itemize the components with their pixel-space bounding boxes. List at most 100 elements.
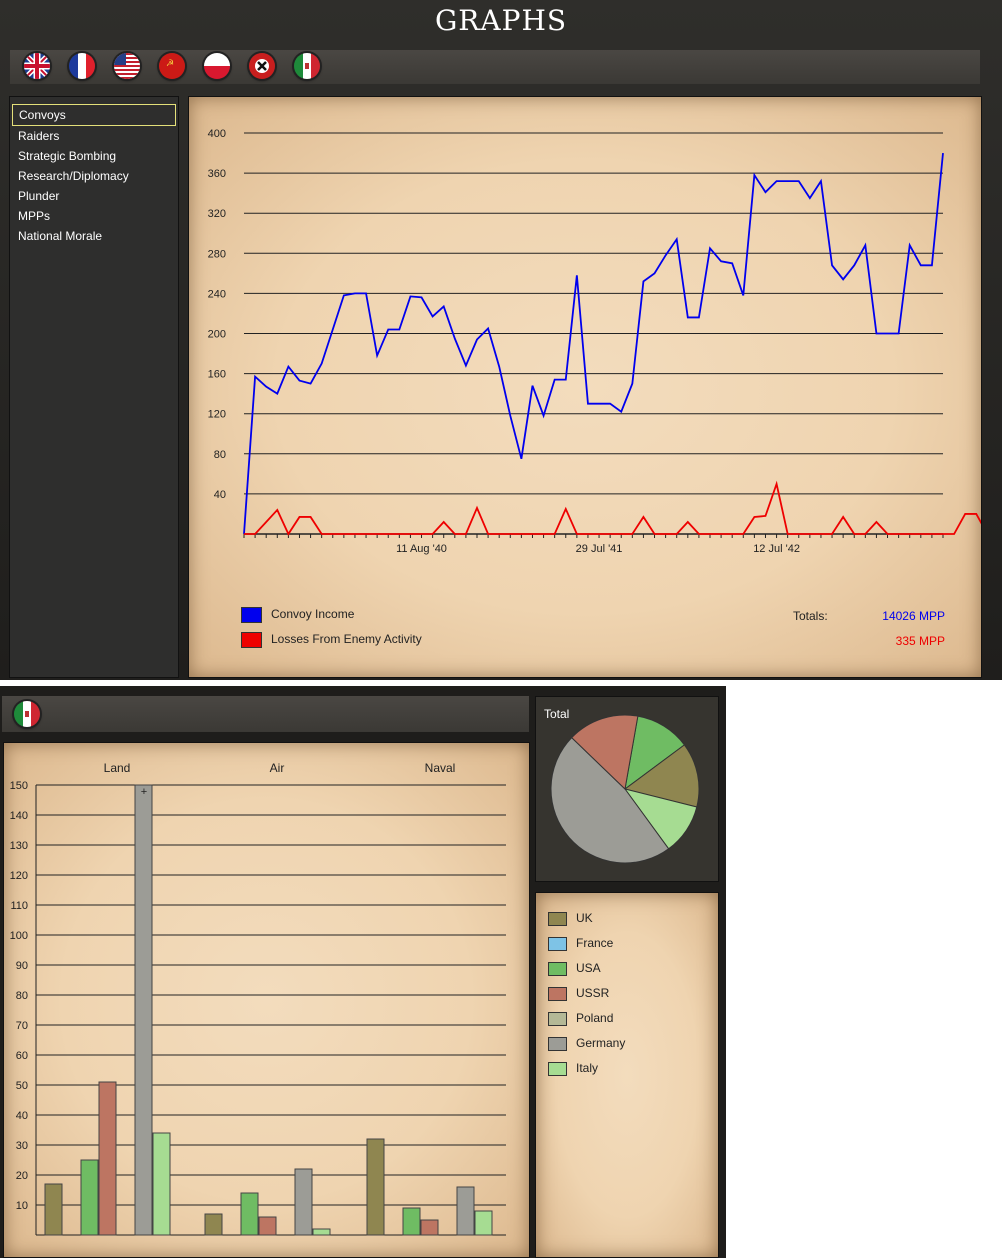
legend-item-germany: Germany (548, 1036, 625, 1051)
losses-total: 335 MPP (895, 634, 945, 648)
x-tick-label: 29 Jul '41 (576, 543, 623, 555)
legend-swatch (548, 986, 567, 1001)
nation-legend-panel: UK France USA USSR Poland Germany Italy (535, 892, 719, 1258)
bar (134, 784, 153, 1236)
y-tick-label: 120 (10, 870, 28, 882)
y-tick-label: 20 (16, 1170, 28, 1182)
y-tick-label: 60 (16, 1050, 28, 1062)
bar (98, 1081, 117, 1236)
legend-label: Convoy Income (271, 607, 355, 622)
svg-text:☭: ☭ (166, 58, 174, 68)
bar (294, 1168, 313, 1236)
bar (456, 1186, 475, 1236)
legend-swatch (548, 936, 567, 951)
sidebar-item-national-morale[interactable]: National Morale (12, 226, 176, 246)
legend-item-usa: USA (548, 961, 601, 976)
total-pie-panel: Total (535, 696, 719, 882)
legend-swatch (548, 1061, 567, 1076)
legend-item-uk: UK (548, 911, 593, 926)
legend-label: USA (576, 961, 601, 975)
legend-swatch (548, 961, 567, 976)
legend-label: Italy (576, 1061, 599, 1075)
y-tick-label: 100 (10, 930, 28, 942)
y-tick-label: 200 (208, 329, 226, 341)
y-tick-label: 80 (214, 449, 226, 461)
bar (204, 1213, 223, 1236)
unit-losses-bar-panel: 10 20 30 40 50 60 70 80 90 100 110 120 130 140 150 Land… (3, 742, 530, 1258)
legend-label: France (576, 936, 614, 950)
sidebar-item-raiders[interactable]: Raiders (12, 126, 176, 146)
legend-swatch (548, 1011, 567, 1026)
bar (474, 1210, 493, 1236)
legend-item-convoy-income: Convoy Income (241, 607, 354, 623)
legend-swatch (241, 607, 262, 623)
bar (312, 1228, 331, 1236)
legend-label: Losses From Enemy Activity (271, 632, 422, 647)
germany-flag-icon[interactable] (249, 53, 275, 79)
y-tick-label: 30 (16, 1140, 28, 1152)
legend-item-italy: Italy (548, 1061, 598, 1076)
y-tick-label: 140 (10, 810, 28, 822)
poland-flag-icon[interactable] (204, 53, 230, 79)
uk-flag-icon[interactable] (24, 53, 50, 79)
graphs-screen: GRAPHS ☭ Convoys Raiders Strategic Bombi… (0, 0, 1002, 680)
y-tick-label: 400 (208, 128, 226, 140)
totals-label: Totals: (793, 609, 828, 623)
y-tick-label: 40 (16, 1110, 28, 1122)
legend-swatch (548, 911, 567, 926)
x-tick-label: 11 Aug '40 (396, 543, 447, 555)
y-tick-label: 150 (10, 780, 28, 792)
y-tick-label: 50 (16, 1080, 28, 1092)
bar (366, 1138, 385, 1236)
y-tick-label: 160 (208, 369, 226, 381)
legend-label: Poland (576, 1011, 614, 1025)
losses-line (244, 480, 981, 536)
convoy-income-line (243, 152, 944, 535)
nation-flag-bar (2, 696, 529, 732)
legend-label: USSR (576, 986, 610, 1000)
sidebar-item-convoys[interactable]: Convoys (12, 104, 176, 126)
sidebar-item-mpps[interactable]: MPPs (12, 206, 176, 226)
y-tick-label: 110 (10, 900, 28, 912)
group-label: Air (270, 761, 285, 775)
overflow-mark: + (141, 786, 147, 798)
bar (80, 1159, 99, 1236)
legend-label: Germany (576, 1036, 626, 1050)
nation-flag-bar: ☭ (10, 50, 980, 84)
convoy-chart-panel: 40 80 120 160 200 240 280 320 360 400 11 Aug '40 29… (188, 96, 982, 678)
x-tick-label: 12 Jul '42 (753, 543, 800, 555)
legend-item-poland: Poland (548, 1011, 613, 1026)
y-tick-label: 280 (208, 248, 226, 260)
usa-flag-icon[interactable] (114, 53, 140, 79)
bar (258, 1216, 277, 1236)
ussr-flag-icon[interactable]: ☭ (159, 53, 185, 79)
page-title: GRAPHS (434, 4, 568, 37)
bar (402, 1207, 421, 1236)
france-flag-icon[interactable] (69, 53, 95, 79)
sidebar-item-research-diplomacy[interactable]: Research/Diplomacy (12, 166, 176, 186)
unit-losses-screen: 10 20 30 40 50 60 70 80 90 100 110 120 130 140 150 Land… (0, 686, 726, 1258)
y-tick-label: 40 (214, 489, 226, 501)
y-tick-label: 80 (16, 990, 28, 1002)
italy-flag-icon[interactable] (14, 701, 40, 727)
convoy-income-total: 14026 MPP (882, 609, 945, 623)
legend-swatch (241, 632, 262, 648)
graph-category-sidebar: Convoys Raiders Strategic Bombing Resear… (9, 96, 179, 678)
legend-label: UK (576, 911, 593, 925)
total-pie-chart (550, 714, 700, 864)
y-tick-label: 360 (208, 168, 226, 180)
group-label: Naval (425, 761, 456, 775)
bar (240, 1192, 259, 1236)
y-tick-label: 320 (208, 208, 226, 220)
legend-item-losses: Losses From Enemy Activity (241, 632, 422, 648)
italy-flag-icon[interactable] (294, 53, 320, 79)
bar (44, 1183, 63, 1236)
bar (420, 1219, 439, 1236)
sidebar-item-plunder[interactable]: Plunder (12, 186, 176, 206)
y-tick-label: 10 (16, 1200, 28, 1212)
y-tick-label: 130 (10, 840, 28, 852)
legend-item-ussr: USSR (548, 986, 609, 1001)
y-tick-label: 90 (16, 960, 28, 972)
legend-swatch (548, 1036, 567, 1051)
sidebar-item-strategic-bombing[interactable]: Strategic Bombing (12, 146, 176, 166)
